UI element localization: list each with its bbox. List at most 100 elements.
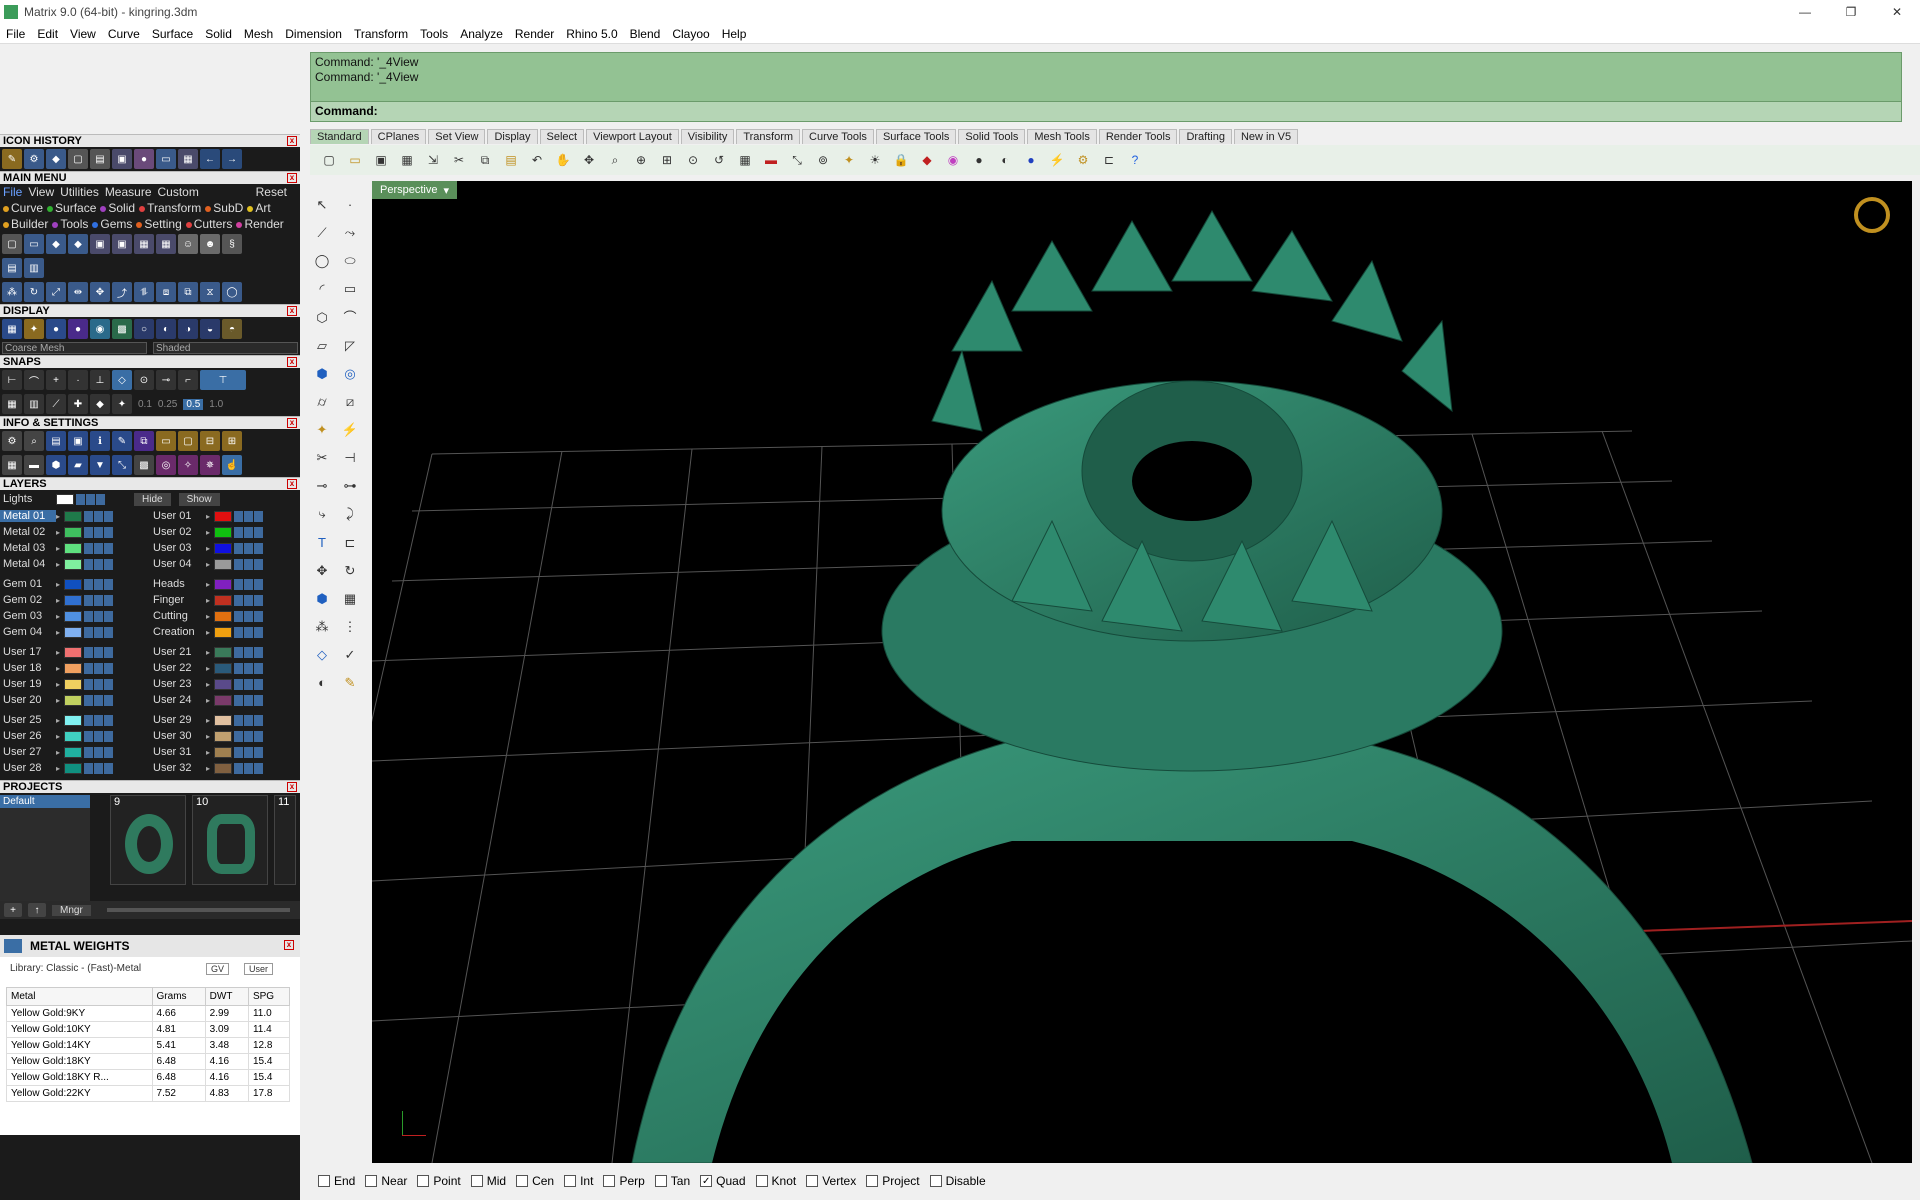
gem-settings-icon[interactable]: ✧ — [178, 455, 198, 475]
hide-button[interactable]: Hide — [134, 492, 171, 506]
paste-icon[interactable]: ▤ — [500, 149, 522, 171]
close-icon[interactable]: x — [284, 940, 294, 950]
layer-lock-icon[interactable] — [84, 762, 93, 774]
gem-icon[interactable]: ◆ — [46, 149, 66, 169]
select-icon[interactable]: ⤡ — [112, 455, 132, 475]
expand-arrow-icon[interactable]: ▸ — [206, 544, 214, 553]
snap-tan-icon[interactable]: ⊸ — [156, 370, 176, 390]
layer-current-icon[interactable] — [104, 594, 113, 606]
snap-knot-icon[interactable]: ⌐ — [178, 370, 198, 390]
layer-color-swatch[interactable] — [64, 558, 82, 570]
layer-color-swatch[interactable] — [64, 510, 82, 522]
mesh-icon[interactable]: ▦ — [339, 588, 361, 610]
layer-lock-icon[interactable] — [234, 558, 243, 570]
layer-lock-icon[interactable] — [84, 578, 93, 590]
expand-arrow-icon[interactable]: ▸ — [56, 544, 64, 553]
snap-value-025[interactable]: 0.25 — [158, 399, 177, 410]
layer-current-icon[interactable] — [104, 542, 113, 554]
layer-color-swatch[interactable] — [64, 646, 82, 658]
layer-current-icon[interactable] — [254, 746, 263, 758]
layer-entry[interactable]: User 17 ▸ — [0, 646, 150, 658]
mirror-icon[interactable]: ⇹ — [68, 282, 88, 302]
paste-icon[interactable]: ▥ — [24, 258, 44, 278]
tab-standard[interactable]: Standard — [310, 129, 369, 144]
circle-icon[interactable]: ◯ — [311, 250, 333, 272]
curve-icon[interactable]: ⤳ — [339, 222, 361, 244]
checkbox[interactable] — [564, 1175, 577, 1187]
export-icon[interactable]: ◆ — [68, 234, 88, 254]
minimize-button[interactable]: — — [1782, 0, 1828, 24]
layer-lock-icon[interactable] — [234, 578, 243, 590]
menu-file[interactable]: File — [0, 27, 31, 41]
layer-lock-icon[interactable] — [84, 626, 93, 638]
osnap-disable[interactable]: Disable — [929, 1174, 986, 1188]
layer-entry[interactable]: User 31 ▸ — [150, 746, 300, 758]
layer-visible-icon[interactable] — [94, 610, 103, 622]
layer-visible-icon[interactable] — [244, 594, 253, 606]
points-icon[interactable]: ✦ — [838, 149, 860, 171]
render-icon[interactable]: ● — [1020, 149, 1042, 171]
polyline-icon[interactable]: ⟋ — [311, 222, 333, 244]
layer-visible-icon[interactable] — [244, 646, 253, 658]
expand-arrow-icon[interactable]: ▸ — [56, 764, 64, 773]
layer-color-swatch[interactable] — [64, 578, 82, 590]
checkbox[interactable] — [516, 1175, 529, 1187]
snap-quad-icon[interactable]: ◇ — [112, 370, 132, 390]
close-icon[interactable]: x — [287, 479, 297, 489]
save-as-icon[interactable]: ▣ — [112, 234, 132, 254]
layer-current-icon[interactable] — [104, 510, 113, 522]
layer-entry[interactable]: User 25 ▸ — [0, 714, 150, 726]
smarttrack-icon[interactable]: ✚ — [68, 394, 88, 414]
snap-toggle-icon[interactable]: ⊤ — [200, 370, 246, 390]
osnap-near[interactable]: Near — [365, 1174, 407, 1188]
filter-icon[interactable]: ▼ — [90, 455, 110, 475]
layer-entry[interactable]: Metal 02 ▸ — [0, 526, 150, 538]
mesh-quality-select[interactable]: Coarse Mesh — [2, 342, 147, 354]
select-icon[interactable]: ⤡ — [786, 149, 808, 171]
layer-color-swatch[interactable] — [214, 730, 232, 742]
move-icon[interactable]: ✥ — [90, 282, 110, 302]
arc-icon[interactable]: ◜ — [311, 278, 333, 300]
menu-gems-item[interactable]: Gems — [92, 217, 132, 231]
layer-lock-icon[interactable] — [234, 662, 243, 674]
properties-icon[interactable]: ▤ — [46, 431, 66, 451]
layer-entry[interactable]: User 23 ▸ — [150, 678, 300, 690]
loft-icon[interactable]: ◸ — [339, 335, 361, 357]
layer-color-swatch[interactable] — [214, 746, 232, 758]
layer-visible-icon[interactable] — [94, 526, 103, 538]
cube-icon[interactable]: ⬢ — [46, 455, 66, 475]
trim-icon[interactable]: ✂ — [311, 447, 333, 469]
checkbox[interactable] — [654, 1175, 667, 1187]
rectangle-icon[interactable]: ▭ — [339, 278, 361, 300]
layer-visible-icon[interactable] — [94, 594, 103, 606]
join-icon[interactable]: ⊸ — [311, 475, 333, 497]
tab-visibility[interactable]: Visibility — [680, 129, 735, 144]
layer-color-swatch[interactable] — [64, 678, 82, 690]
user-icon[interactable]: ☺ — [178, 234, 198, 254]
clone-icon[interactable]: ⧉ — [134, 431, 154, 451]
zoom-extents-icon[interactable]: ⊞ — [656, 149, 678, 171]
layer-color-swatch[interactable] — [214, 662, 232, 674]
checkbox[interactable] — [603, 1175, 616, 1187]
environment-icon[interactable]: ◉ — [90, 319, 110, 339]
menu-solid-item[interactable]: Solid — [100, 201, 135, 215]
settings-icon[interactable]: ⚙ — [2, 431, 22, 451]
layer-lock-icon[interactable] — [84, 730, 93, 742]
layer-current-icon[interactable] — [104, 694, 113, 706]
expand-arrow-icon[interactable]: ▸ — [206, 664, 214, 673]
expand-arrow-icon[interactable]: ▸ — [206, 696, 214, 705]
layer-color-swatch[interactable] — [214, 626, 232, 638]
menu-help[interactable]: Help — [716, 27, 753, 41]
show-button[interactable]: Show — [178, 492, 220, 506]
layer-current-icon[interactable] — [254, 510, 263, 522]
material-icon[interactable]: ● — [68, 319, 88, 339]
close-icon[interactable]: x — [287, 357, 297, 367]
expand-arrow-icon[interactable]: ▸ — [206, 716, 214, 725]
ortho-icon[interactable]: ▥ — [24, 394, 44, 414]
layer-color-swatch[interactable] — [64, 626, 82, 638]
layer-entry[interactable]: Heads ▸ — [150, 578, 300, 590]
menu-surface[interactable]: Surface — [146, 27, 199, 41]
layer-lock-icon[interactable] — [234, 646, 243, 658]
frame-icon[interactable]: ▢ — [178, 431, 198, 451]
layer-icon[interactable]: ▰ — [68, 455, 88, 475]
